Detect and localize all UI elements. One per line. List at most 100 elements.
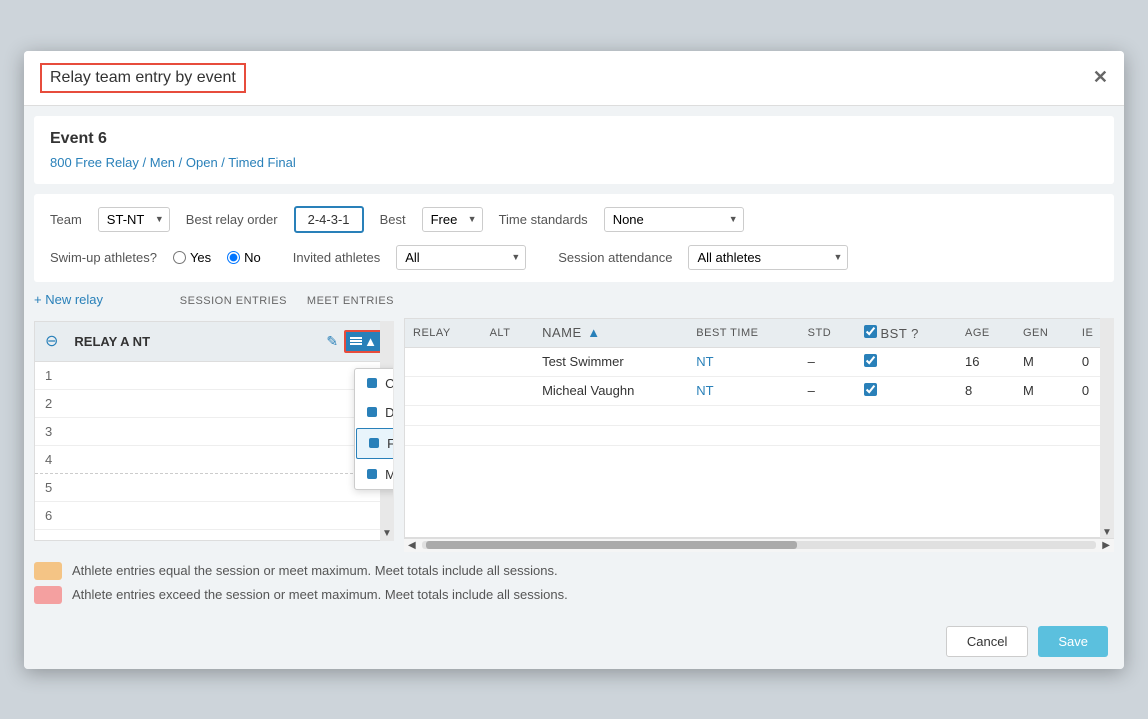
athlete-row-2: Micheal Vaughn NT – 8 M 0 <box>405 376 1113 405</box>
horiz-left-button[interactable]: ◀ <box>404 540 420 551</box>
find-best-relay-item[interactable]: Find best relay <box>356 428 394 459</box>
event-number: Event 6 <box>50 130 1098 148</box>
meet-entries-tab[interactable]: MEET ENTRIES <box>307 295 394 307</box>
chevron-up-icon: ▲ <box>364 334 377 349</box>
yes-radio[interactable] <box>173 251 186 264</box>
athlete-best-time-1: NT <box>688 347 799 376</box>
athletes-horizontal-scrollbar: ◀ ▶ <box>404 538 1114 552</box>
no-label: No <box>244 250 261 265</box>
no-radio-label[interactable]: No <box>227 250 261 265</box>
scroll-down-button[interactable]: ▼ <box>382 526 392 541</box>
best-label: Best <box>380 212 406 227</box>
athletes-scroll-down-button[interactable]: ▼ <box>1102 527 1112 538</box>
legend-item-red: Athlete entries exceed the session or me… <box>34 586 1114 604</box>
time-standards-label: Time standards <box>499 212 588 227</box>
controls-row-2: Swim-up athletes? Yes No Invited athlete… <box>50 245 1098 270</box>
cancel-button[interactable]: Cancel <box>946 626 1028 657</box>
relay-row-4: 4 <box>35 446 393 474</box>
relay-edit-button[interactable]: ✎ <box>324 331 340 352</box>
horiz-track <box>422 541 1097 549</box>
team-label: Team <box>50 212 82 227</box>
athlete-name-1: Test Swimmer <box>534 347 688 376</box>
relay-minus-button[interactable]: ⊖ <box>45 331 58 351</box>
relay-name: RELAY A NT <box>74 334 316 349</box>
session-select[interactable]: All athletes <box>688 245 848 270</box>
clear-swimmers-item[interactable]: Clear swimmers <box>355 369 394 398</box>
delete-relay-dot <box>367 407 377 417</box>
bst-checkbox-1[interactable] <box>864 354 877 367</box>
time-standards-wrapper: None <box>604 207 744 232</box>
relay-section: ⊖ RELAY A NT ✎ <box>34 321 394 541</box>
athlete-relay-1 <box>405 347 482 376</box>
athlete-age-1: 16 <box>957 347 1015 376</box>
relay-menu-button[interactable]: ▲ <box>344 330 383 353</box>
session-entries-tab[interactable]: SESSION ENTRIES <box>180 295 287 307</box>
modal-header: Relay team entry by event ✕ <box>24 51 1124 106</box>
athlete-std-2: – <box>800 376 856 405</box>
col-relay: RELAY <box>405 319 482 348</box>
athlete-bst-2 <box>856 376 957 405</box>
athlete-bst-1 <box>856 347 957 376</box>
horiz-right-button[interactable]: ▶ <box>1098 540 1114 551</box>
row-num-2: 2 <box>45 396 65 411</box>
clear-swimmers-label: Clear swimmers <box>385 376 394 391</box>
team-select[interactable]: ST-NT <box>98 207 170 232</box>
invited-wrapper: All <box>396 245 526 270</box>
yes-radio-label[interactable]: Yes <box>173 250 211 265</box>
relay-order-input[interactable]: 2-4-3-1 <box>294 206 364 233</box>
col-alt: ALT <box>482 319 535 348</box>
row-num-4: 4 <box>45 452 65 467</box>
event-sep1: / <box>139 155 150 170</box>
athlete-alt-1 <box>482 347 535 376</box>
close-button[interactable]: ✕ <box>1093 67 1108 88</box>
yes-label: Yes <box>190 250 211 265</box>
session-meet-tabs: SESSION ENTRIES MEET ENTRIES <box>180 295 394 307</box>
modal: Relay team entry by event ✕ Event 6 800 … <box>24 51 1124 669</box>
athletes-vertical-scrollbar: ▼ <box>1100 318 1114 538</box>
athletes-table-container: RELAY ALT NAME ▲ BEST TIME STD <box>404 318 1114 538</box>
time-standards-select[interactable]: None <box>604 207 744 232</box>
relay-row-5: 5 <box>35 474 393 502</box>
athlete-age-2: 8 <box>957 376 1015 405</box>
new-relay-button[interactable]: + New relay <box>34 292 103 307</box>
athlete-row-empty-2 <box>405 425 1113 445</box>
best-select-wrapper: Free <box>422 207 483 232</box>
footer: Cancel Save <box>24 614 1124 669</box>
event-section: Event 6 800 Free Relay / Men / Open / Ti… <box>34 116 1114 184</box>
clear-swimmers-dot <box>367 378 377 388</box>
relay-header: ⊖ RELAY A NT ✎ <box>35 322 393 362</box>
empty-row-2 <box>405 425 1113 445</box>
event-desc-part3: Open <box>186 155 218 170</box>
relay-row-6: 6 <box>35 502 393 530</box>
relay-row-3: 3 <box>35 418 393 446</box>
invited-label: Invited athletes <box>293 250 380 265</box>
bst-header-checkbox[interactable] <box>864 325 877 338</box>
relay-menu-wrapper: ▲ Clear swimmers <box>344 330 383 353</box>
athlete-row-1: Test Swimmer NT – 16 M 0 <box>405 347 1113 376</box>
col-age: AGE <box>957 319 1015 348</box>
relay-order-label: Best relay order <box>186 212 278 227</box>
save-button[interactable]: Save <box>1038 626 1108 657</box>
col-gen: GEN <box>1015 319 1074 348</box>
legend-color-orange <box>34 562 62 580</box>
delete-relay-item[interactable]: Delete the relay <box>355 398 394 427</box>
horiz-thumb <box>426 541 797 549</box>
event-description: 800 Free Relay / Men / Open / Timed Fina… <box>50 154 1098 170</box>
no-radio[interactable] <box>227 251 240 264</box>
session-label: Session attendance <box>558 250 672 265</box>
col-name[interactable]: NAME ▲ <box>534 319 688 348</box>
mark-exhibition-item[interactable]: Mark as exhibition <box>355 460 394 489</box>
athlete-std-1: – <box>800 347 856 376</box>
relay-actions: ✎ ▲ <box>324 330 383 353</box>
best-select[interactable]: Free <box>422 207 483 232</box>
bst-checkbox-2[interactable] <box>864 383 877 396</box>
mark-exhibition-label: Mark as exhibition <box>385 467 394 482</box>
list-icon <box>350 337 362 345</box>
col-bst: BST ? <box>856 319 957 348</box>
delete-relay-label: Delete the relay <box>385 405 394 420</box>
event-desc-part1: 800 Free Relay <box>50 155 139 170</box>
invited-select[interactable]: All <box>396 245 526 270</box>
athlete-relay-2 <box>405 376 482 405</box>
team-select-wrapper: ST-NT <box>98 207 170 232</box>
event-desc-part2: Men <box>150 155 175 170</box>
